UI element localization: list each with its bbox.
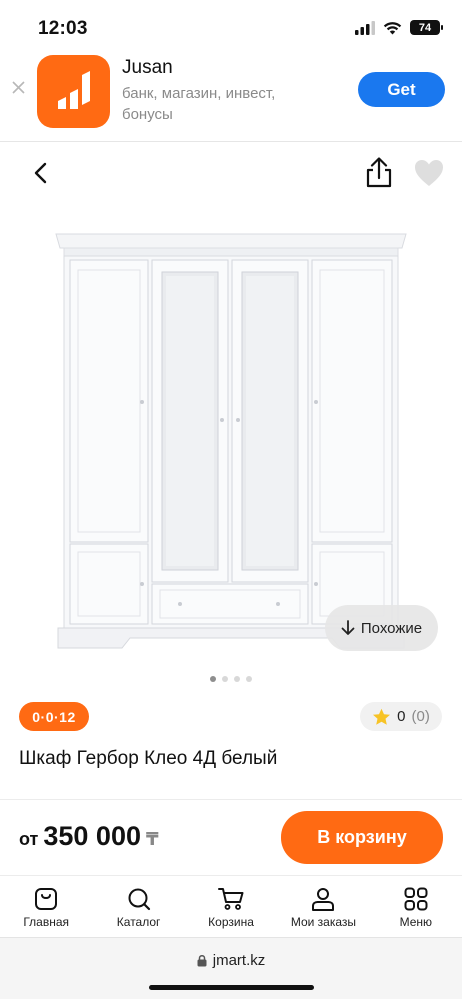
app-install-banner: Jusan банк, магазин, инвест, бонусы Get xyxy=(0,52,462,142)
favorite-button[interactable] xyxy=(413,158,445,188)
nav-label-orders: Мои заказы xyxy=(290,915,357,929)
pagination-dot[interactable] xyxy=(222,676,228,682)
pagination-dot[interactable] xyxy=(234,676,240,682)
rating-count: (0) xyxy=(411,708,430,725)
nav-label-catalog: Каталог xyxy=(116,915,161,929)
star-icon xyxy=(373,708,391,725)
similar-products-button[interactable]: Похожие xyxy=(325,605,438,651)
wardrobe-illustration xyxy=(55,233,407,649)
battery-level: 74 xyxy=(418,21,432,34)
nav-label-home: Главная xyxy=(23,915,70,929)
bottom-nav: Главная Каталог Корзина Мои заказы Меню xyxy=(0,875,462,937)
close-icon xyxy=(12,81,25,94)
home-indicator xyxy=(149,985,314,990)
browser-url-bar[interactable]: jmart.kz xyxy=(0,937,462,999)
wifi-icon xyxy=(383,21,402,34)
nav-item-cart[interactable]: Корзина xyxy=(185,876,277,937)
url-text: jmart.kz xyxy=(212,952,266,969)
arrow-down-icon xyxy=(341,620,355,635)
chevron-left-icon xyxy=(34,162,47,184)
nav-item-orders[interactable]: Мои заказы xyxy=(277,876,369,937)
price-value: 350 000 xyxy=(43,821,141,851)
menu-grid-icon xyxy=(404,887,428,911)
heart-icon xyxy=(415,160,443,186)
nav-label-cart: Корзина xyxy=(208,915,254,929)
cart-icon xyxy=(218,888,244,910)
product-title: Шкаф Гербор Клео 4Д белый xyxy=(19,748,278,769)
rating-badge[interactable]: 0 (0) xyxy=(360,702,442,731)
pagination-dot[interactable] xyxy=(210,676,216,682)
bag-icon xyxy=(35,888,58,910)
product-image[interactable] xyxy=(50,228,412,656)
back-button[interactable] xyxy=(26,158,54,188)
add-to-cart-button[interactable]: В корзину xyxy=(281,811,443,864)
nav-label-menu: Меню xyxy=(399,915,433,929)
banner-app-name: Jusan xyxy=(122,57,173,78)
url-display[interactable]: jmart.kz xyxy=(0,952,462,969)
similar-products-label: Похожие xyxy=(360,619,423,637)
image-pagination xyxy=(0,676,462,682)
banner-close-button[interactable] xyxy=(12,78,25,99)
share-icon xyxy=(366,157,392,188)
nav-item-catalog[interactable]: Каталог xyxy=(92,876,184,937)
rating-value: 0 xyxy=(397,708,406,725)
battery-indicator: 74 xyxy=(410,20,443,35)
lock-icon xyxy=(197,955,207,967)
pagination-dot[interactable] xyxy=(246,676,252,682)
search-icon xyxy=(128,888,150,911)
user-icon xyxy=(312,888,335,911)
status-icons: 74 xyxy=(355,20,443,35)
get-app-button[interactable]: Get xyxy=(358,72,445,107)
nav-item-menu[interactable]: Меню xyxy=(370,876,462,937)
banner-app-description: банк, магазин, инвест, бонусы xyxy=(122,85,276,123)
status-time: 12:03 xyxy=(38,18,88,39)
signal-icon xyxy=(355,20,375,35)
price-row: от 350 000 ₸ xyxy=(19,821,159,852)
installment-badge[interactable]: 0·0·12 xyxy=(19,702,89,731)
jusan-app-icon xyxy=(37,55,110,128)
price-prefix: от xyxy=(19,829,39,849)
share-button[interactable] xyxy=(363,156,395,190)
divider xyxy=(0,799,462,800)
price-currency: ₸ xyxy=(145,829,159,849)
nav-item-home[interactable]: Главная xyxy=(0,876,92,937)
jusan-logo-icon xyxy=(57,70,90,109)
status-bar: 12:03 74 xyxy=(0,0,462,52)
